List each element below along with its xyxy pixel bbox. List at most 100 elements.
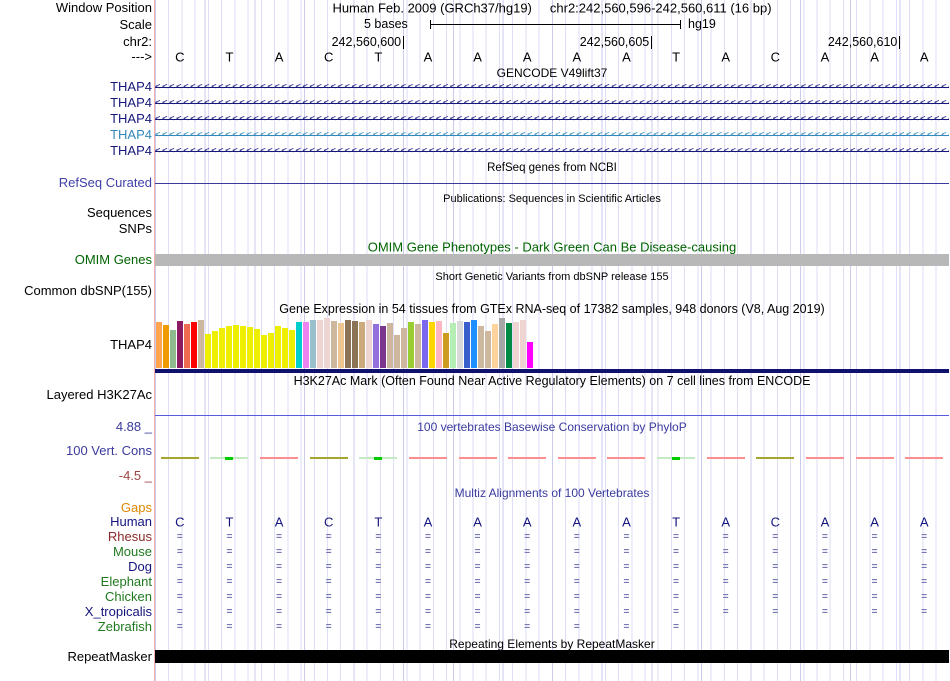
gtex-bar[interactable]: [520, 320, 526, 368]
gtex-bar[interactable]: [310, 320, 316, 368]
track-label-100-vert-cons[interactable]: 100 Vert. Cons: [66, 444, 152, 458]
gtex-bar[interactable]: [429, 322, 435, 368]
track-label-thap4[interactable]: THAP4: [110, 96, 152, 110]
phylop-dash[interactable]: [260, 457, 299, 459]
track-label-thap4[interactable]: THAP4: [110, 112, 152, 126]
gtex-bar[interactable]: [240, 326, 246, 368]
gtex-bar[interactable]: [156, 322, 162, 368]
gtex-bar[interactable]: [261, 335, 267, 368]
gtex-bar[interactable]: [450, 323, 456, 368]
gtex-bar[interactable]: [191, 322, 197, 368]
track-label-dog[interactable]: Dog: [128, 560, 152, 574]
phylop-dash[interactable]: [508, 457, 547, 459]
track-label-refseq-curated[interactable]: RefSeq Curated: [59, 176, 152, 190]
gtex-bar[interactable]: [247, 327, 253, 368]
phylop-dash[interactable]: [408, 457, 447, 459]
repeatmasker-bar[interactable]: [155, 650, 949, 663]
track-label-chicken[interactable]: Chicken: [105, 590, 152, 604]
gtex-bar[interactable]: [177, 321, 183, 368]
gtex-bar[interactable]: [317, 320, 323, 368]
phylop-dash[interactable]: [160, 457, 199, 459]
gtex-bar[interactable]: [478, 326, 484, 368]
gtex-bar[interactable]: [170, 330, 176, 368]
gtex-bar[interactable]: [506, 323, 512, 368]
gtex-bar[interactable]: [324, 318, 330, 368]
track-label-thap4[interactable]: THAP4: [110, 128, 152, 142]
gtex-bar[interactable]: [436, 321, 442, 368]
track-label-elephant[interactable]: Elephant: [101, 575, 152, 589]
track-label-gaps[interactable]: Gaps: [121, 501, 152, 515]
gtex-bar[interactable]: [268, 333, 274, 368]
track-label-sequences[interactable]: Sequences: [87, 206, 152, 220]
gtex-bar[interactable]: [464, 322, 470, 368]
gtex-bar[interactable]: [394, 335, 400, 368]
track-label-thap4[interactable]: THAP4: [110, 80, 152, 94]
gene-transcript-row[interactable]: <<<<<<<<<<<<<<<<<<<<<<<<<<<<<<<<<<<<<<<<…: [155, 113, 949, 126]
gtex-bar[interactable]: [380, 326, 386, 368]
phylop-dash[interactable]: [756, 457, 795, 459]
gtex-bar[interactable]: [471, 320, 477, 368]
track-label-mouse[interactable]: Mouse: [113, 545, 152, 559]
track-label-zebrafish[interactable]: Zebrafish: [98, 620, 152, 634]
track-label-layered-h3k27ac[interactable]: Layered H3K27Ac: [46, 388, 152, 402]
multiz-align-mark-elephant: =: [623, 576, 630, 588]
track-label-snps[interactable]: SNPs: [119, 222, 152, 236]
omim-genes-bar[interactable]: [155, 254, 949, 266]
gtex-bar[interactable]: [296, 322, 302, 368]
gtex-bar[interactable]: [254, 329, 260, 368]
gtex-bar[interactable]: [513, 322, 519, 368]
ruler-base-letter: A: [919, 49, 929, 65]
gtex-bar[interactable]: [226, 326, 232, 368]
gtex-bar[interactable]: [415, 324, 421, 368]
gtex-bar[interactable]: [282, 328, 288, 368]
gtex-bar[interactable]: [443, 333, 449, 368]
phylop-dash[interactable]: [805, 457, 844, 459]
phylop-dash[interactable]: [458, 457, 497, 459]
gtex-bar[interactable]: [352, 321, 358, 368]
gene-transcript-row[interactable]: <<<<<<<<<<<<<<<<<<<<<<<<<<<<<<<<<<<<<<<<…: [155, 81, 949, 94]
phylop-dash[interactable]: [607, 457, 646, 459]
gtex-bar[interactable]: [163, 325, 169, 368]
gtex-bar[interactable]: [275, 326, 281, 368]
gtex-bar[interactable]: [408, 322, 414, 368]
gene-transcript-row[interactable]: <<<<<<<<<<<<<<<<<<<<<<<<<<<<<<<<<<<<<<<<…: [155, 145, 949, 158]
gtex-bar[interactable]: [492, 324, 498, 368]
gtex-bar[interactable]: [457, 321, 463, 368]
gtex-bar[interactable]: [233, 325, 239, 368]
gtex-bar[interactable]: [184, 324, 190, 368]
transcript-direction-chevrons: <<<<<<<<<<<<<<<<<<<<<<<<<<<<<<<<<<<<<<<<…: [155, 113, 949, 124]
gtex-bar[interactable]: [373, 324, 379, 368]
track-label-thap4[interactable]: THAP4: [110, 144, 152, 158]
gtex-bar[interactable]: [219, 328, 225, 368]
gtex-bar[interactable]: [205, 334, 211, 368]
gtex-bar[interactable]: [499, 318, 505, 368]
track-label-repeatmasker[interactable]: RepeatMasker: [67, 650, 152, 664]
gtex-bar[interactable]: [289, 330, 295, 368]
gtex-bar[interactable]: [387, 323, 393, 368]
phylop-dash[interactable]: [855, 457, 894, 459]
track-label-thap4[interactable]: THAP4: [110, 338, 152, 352]
phylop-dash[interactable]: [309, 457, 348, 459]
gtex-bar[interactable]: [212, 331, 218, 368]
track-label-rhesus[interactable]: Rhesus: [108, 530, 152, 544]
gtex-bar[interactable]: [527, 342, 533, 368]
gtex-bar[interactable]: [331, 321, 337, 368]
phylop-dash[interactable]: [706, 457, 745, 459]
gtex-bar[interactable]: [338, 323, 344, 368]
gtex-bar[interactable]: [345, 320, 351, 368]
gtex-bar[interactable]: [401, 328, 407, 368]
track-label-human[interactable]: Human: [110, 515, 152, 529]
gene-transcript-row[interactable]: <<<<<<<<<<<<<<<<<<<<<<<<<<<<<<<<<<<<<<<<…: [155, 129, 949, 142]
gtex-bar[interactable]: [366, 320, 372, 368]
gtex-bar[interactable]: [303, 322, 309, 368]
track-label-omim-genes[interactable]: OMIM Genes: [75, 253, 152, 267]
phylop-dash[interactable]: [557, 457, 596, 459]
gtex-bar[interactable]: [422, 320, 428, 368]
track-label-x-tropicalis[interactable]: X_tropicalis: [85, 605, 152, 619]
gtex-bar[interactable]: [198, 320, 204, 368]
track-label-common-dbsnp-155-[interactable]: Common dbSNP(155): [24, 284, 152, 298]
gtex-bar[interactable]: [359, 322, 365, 368]
gene-transcript-row[interactable]: <<<<<<<<<<<<<<<<<<<<<<<<<<<<<<<<<<<<<<<<…: [155, 97, 949, 110]
phylop-dash[interactable]: [905, 457, 944, 459]
gtex-bar[interactable]: [485, 331, 491, 368]
